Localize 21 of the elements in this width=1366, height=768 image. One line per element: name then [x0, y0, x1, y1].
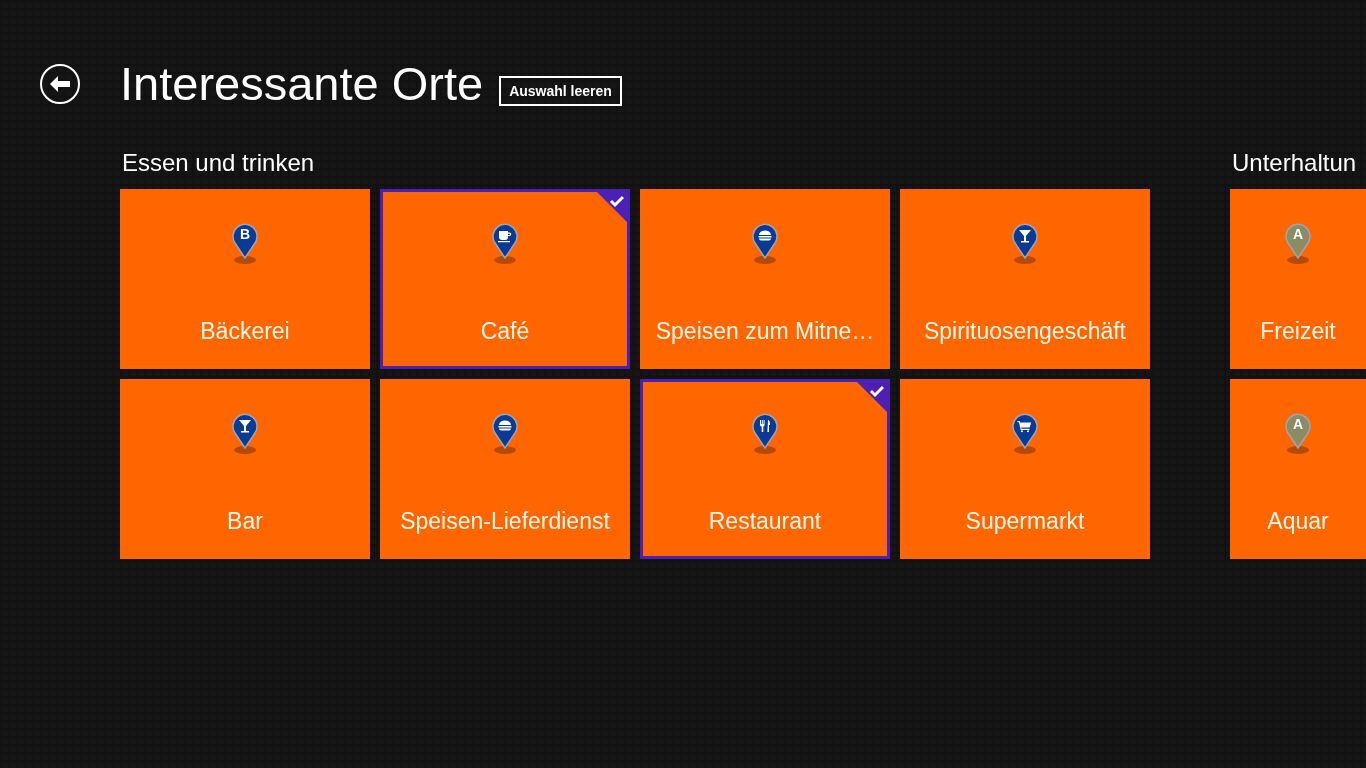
category-tile[interactable]: Café: [380, 189, 630, 369]
category-tile[interactable]: Bar: [120, 379, 370, 559]
group-heading: Essen und trinken: [122, 148, 316, 178]
check-corner-icon: [597, 192, 627, 222]
category-tile[interactable]: A Aquar: [1230, 379, 1366, 559]
category-tile[interactable]: Restaurant: [640, 379, 890, 559]
group-heading: Unterhaltun: [1232, 148, 1358, 178]
page-title: Interessante Orte: [120, 56, 484, 112]
category-tile[interactable]: Supermarkt: [900, 379, 1150, 559]
category-tile[interactable]: Speisen-Lieferdienst: [380, 379, 630, 559]
category-tile[interactable]: A Freizeit: [1230, 189, 1366, 369]
back-arrow-icon: [49, 75, 71, 93]
clear-selection-button[interactable]: Auswahl leeren: [499, 76, 622, 106]
category-tile[interactable]: Speisen zum Mitne…: [640, 189, 890, 369]
pin-letter: A: [1291, 226, 1305, 242]
category-tile[interactable]: B Bäckerei: [120, 189, 370, 369]
category-tile[interactable]: Spirituosengeschäft: [900, 189, 1150, 369]
check-corner-icon: [857, 382, 887, 412]
back-button[interactable]: [40, 64, 80, 104]
pin-letter: B: [238, 226, 252, 242]
pin-letter: A: [1291, 416, 1305, 432]
